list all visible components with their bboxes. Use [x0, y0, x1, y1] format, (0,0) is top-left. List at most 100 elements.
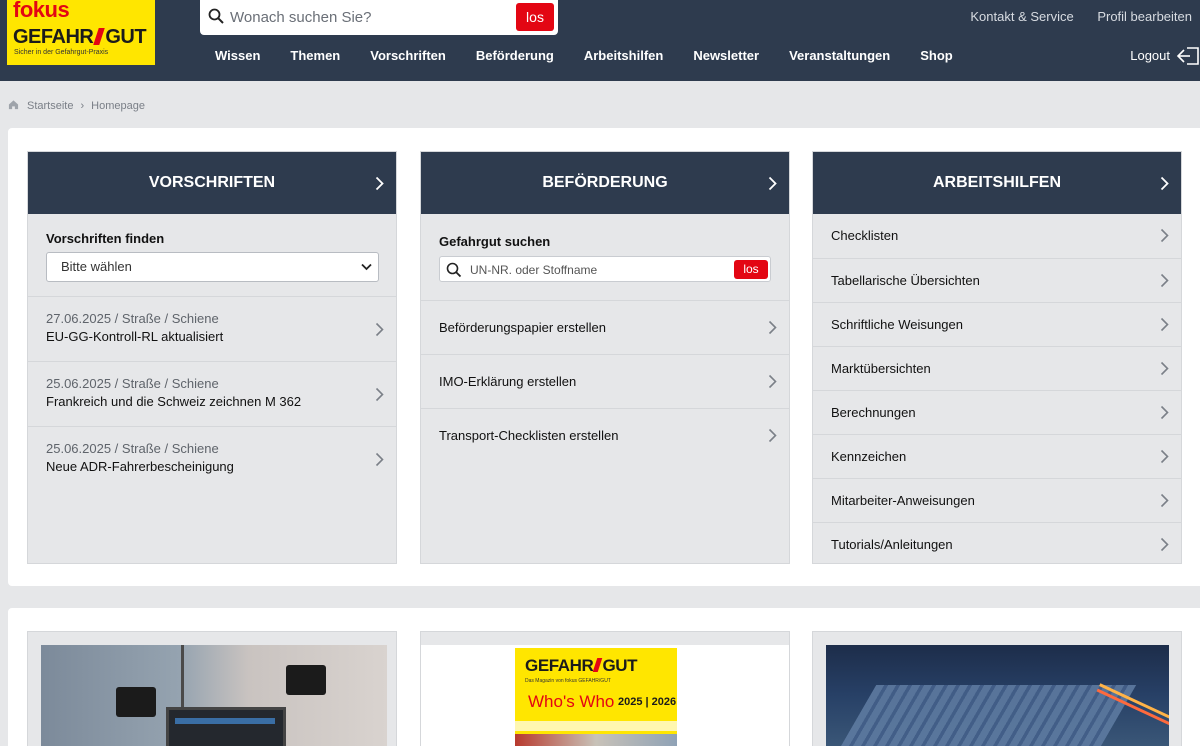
contact-service-link[interactable]: Kontakt & Service	[970, 9, 1073, 24]
site-header: fokus GEFAHR GUT Sicher in der Gefahrgut-…	[0, 0, 1200, 81]
news-date: 25.06.2025 / Straße / Schiene	[46, 441, 219, 456]
card-header-vorschriften[interactable]: VORSCHRIFTEN	[28, 152, 396, 214]
chevron-right-icon	[1160, 317, 1169, 332]
chevron-right-icon	[375, 176, 384, 191]
chevron-right-icon	[768, 176, 777, 191]
chevron-right-icon	[768, 320, 777, 335]
link-label: Berechnungen	[831, 405, 916, 420]
link-label: Beförderungspapier erstellen	[439, 320, 606, 335]
search-icon	[208, 8, 224, 24]
magazine-headline: Who's Who	[528, 692, 615, 711]
brand-logo[interactable]: fokus GEFAHR GUT Sicher in der Gefahrgut-…	[7, 0, 155, 65]
news-title: EU-GG-Kontroll-RL aktualisiert	[46, 329, 224, 344]
gefahrgut-search: UN-NR. oder Stoffname los	[439, 256, 771, 282]
chevron-right-icon	[1160, 361, 1169, 376]
news-item[interactable]: 27.06.2025 / Straße / Schiene EU-GG-Kont…	[28, 296, 396, 361]
home-icon[interactable]	[8, 99, 19, 110]
card-arbeitshilfen: ARBEITSHILFEN Checklisten Tabellarische …	[812, 151, 1182, 564]
chevron-right-icon	[375, 387, 384, 402]
card-vorschriften: VORSCHRIFTEN Vorschriften finden Bitte w…	[27, 151, 397, 564]
edit-profile-link[interactable]: Profil bearbeiten	[1097, 9, 1192, 24]
card-title: BEFÖRDERUNG	[542, 174, 668, 191]
teaser-tile-video[interactable]	[27, 631, 397, 746]
breadcrumb: Startseite › Homepage	[8, 99, 145, 112]
link-label: IMO-Erklärung erstellen	[439, 374, 577, 389]
arbeitshilfen-link[interactable]: Checklisten	[813, 214, 1181, 258]
logo-line2: GEFAHR GUT	[13, 26, 147, 48]
magazine-subtitle: Das Magazin von fokus GEFAHR/GUT	[525, 678, 611, 684]
nav-item-themen[interactable]: Themen	[290, 48, 340, 63]
befoerderung-link[interactable]: IMO-Erklärung erstellen	[421, 354, 789, 408]
link-label: Kennzeichen	[831, 449, 907, 464]
gefahrgut-search-label: Gefahrgut suchen	[439, 234, 551, 249]
arbeitshilfen-link[interactable]: Berechnungen	[813, 390, 1181, 434]
news-date: 25.06.2025 / Straße / Schiene	[46, 376, 219, 391]
link-label: Checklisten	[831, 228, 899, 243]
nav-item-arbeitshilfen[interactable]: Arbeitshilfen	[584, 48, 663, 63]
search-icon	[446, 262, 462, 278]
search-input[interactable]: Wonach suchen Sie?	[230, 9, 371, 26]
chevron-right-icon	[768, 428, 777, 443]
card-header-arbeitshilfen[interactable]: ARBEITSHILFEN	[813, 152, 1181, 214]
top-links: Kontakt & Service Profil bearbeiten	[970, 9, 1200, 24]
card-befoerderung: BEFÖRDERUNG Gefahrgut suchen UN-NR. oder…	[420, 151, 790, 564]
finder-label: Vorschriften finden	[46, 231, 165, 246]
magazine-logo: GEFAHR GUT	[525, 656, 638, 675]
magazine-cover-image: GEFAHR GUT Das Magazin von fokus GEFAHR/G…	[421, 645, 789, 746]
card-title: VORSCHRIFTEN	[148, 174, 276, 191]
chevron-right-icon	[1160, 493, 1169, 508]
befoerderung-link[interactable]: Transport-Checklisten erstellen	[421, 408, 789, 462]
chevron-right-icon	[768, 374, 777, 389]
teaser-panel: GEFAHR GUT Das Magazin von fokus GEFAHR/G…	[8, 608, 1200, 746]
select-value: Bitte wählen	[61, 259, 132, 274]
warehouse-aerial-image	[826, 645, 1169, 746]
nav-item-vorschriften[interactable]: Vorschriften	[370, 48, 446, 63]
nav-item-veranstaltungen[interactable]: Veranstaltungen	[789, 48, 890, 63]
logout-icon	[1176, 47, 1199, 65]
news-item[interactable]: 25.06.2025 / Straße / Schiene Frankreich…	[28, 361, 396, 426]
chevron-right-icon	[1160, 273, 1169, 288]
news-title: Neue ADR-Fahrerbescheinigung	[46, 459, 234, 474]
nav-item-newsletter[interactable]: Newsletter	[693, 48, 759, 63]
logo-tagline: Sicher in der Gefahrgut-Praxis	[14, 49, 109, 56]
breadcrumb-home[interactable]: Startseite	[27, 100, 73, 112]
befoerderung-link[interactable]: Beförderungspapier erstellen	[421, 300, 789, 354]
breadcrumb-separator: ›	[80, 100, 85, 112]
chevron-right-icon	[1160, 176, 1169, 191]
gefahrgut-search-button[interactable]: los	[734, 260, 768, 279]
site-search: Wonach suchen Sie? los	[200, 0, 558, 35]
news-date: 27.06.2025 / Straße / Schiene	[46, 311, 219, 326]
teaser-tile-magazine[interactable]: GEFAHR GUT Das Magazin von fokus GEFAHR/G…	[420, 631, 790, 746]
magazine-cover: GEFAHR GUT Das Magazin von fokus GEFAHR/G…	[515, 648, 677, 746]
logout-label: Logout	[1130, 48, 1170, 63]
card-header-befoerderung[interactable]: BEFÖRDERUNG	[421, 152, 789, 214]
search-submit-button[interactable]: los	[516, 3, 554, 31]
nav-item-shop[interactable]: Shop	[920, 48, 953, 63]
vorschriften-select[interactable]: Bitte wählen	[46, 252, 379, 282]
arbeitshilfen-link[interactable]: Kennzeichen	[813, 434, 1181, 478]
arbeitshilfen-link[interactable]: Marktübersichten	[813, 346, 1181, 390]
arbeitshilfen-link[interactable]: Tabellarische Übersichten	[813, 258, 1181, 302]
link-label: Marktübersichten	[831, 361, 931, 376]
arbeitshilfen-link[interactable]: Mitarbeiter-Anweisungen	[813, 478, 1181, 522]
logo-line1: fokus	[13, 0, 70, 22]
gefahrgut-search-input[interactable]: UN-NR. oder Stoffname	[470, 263, 597, 277]
nav-item-wissen[interactable]: Wissen	[215, 48, 260, 63]
arbeitshilfen-link[interactable]: Schriftliche Weisungen	[813, 302, 1181, 346]
card-title: ARBEITSHILFEN	[933, 174, 1061, 191]
chevron-right-icon	[375, 322, 384, 337]
link-label: Mitarbeiter-Anweisungen	[831, 493, 975, 508]
news-title: Frankreich und die Schweiz zeichnen M 36…	[46, 394, 302, 409]
teaser-tile-warehouse[interactable]	[812, 631, 1182, 746]
chevron-right-icon	[1160, 228, 1169, 243]
link-label: Schriftliche Weisungen	[831, 317, 963, 332]
magazine-years: 2025 | 2026	[618, 696, 677, 708]
main-nav: Wissen Themen Vorschriften Beförderung Arbei…	[200, 48, 968, 63]
main-panel: VORSCHRIFTEN Vorschriften finden Bitte w…	[8, 128, 1200, 586]
news-item[interactable]: 25.06.2025 / Straße / Schiene Neue ADR-F…	[28, 426, 396, 491]
chevron-down-icon	[361, 263, 372, 271]
nav-item-befoerderung[interactable]: Beförderung	[476, 48, 554, 63]
chevron-right-icon	[1160, 537, 1169, 552]
arbeitshilfen-link[interactable]: Tutorials/Anleitungen	[813, 522, 1181, 566]
breadcrumb-current: Homepage	[91, 100, 145, 112]
